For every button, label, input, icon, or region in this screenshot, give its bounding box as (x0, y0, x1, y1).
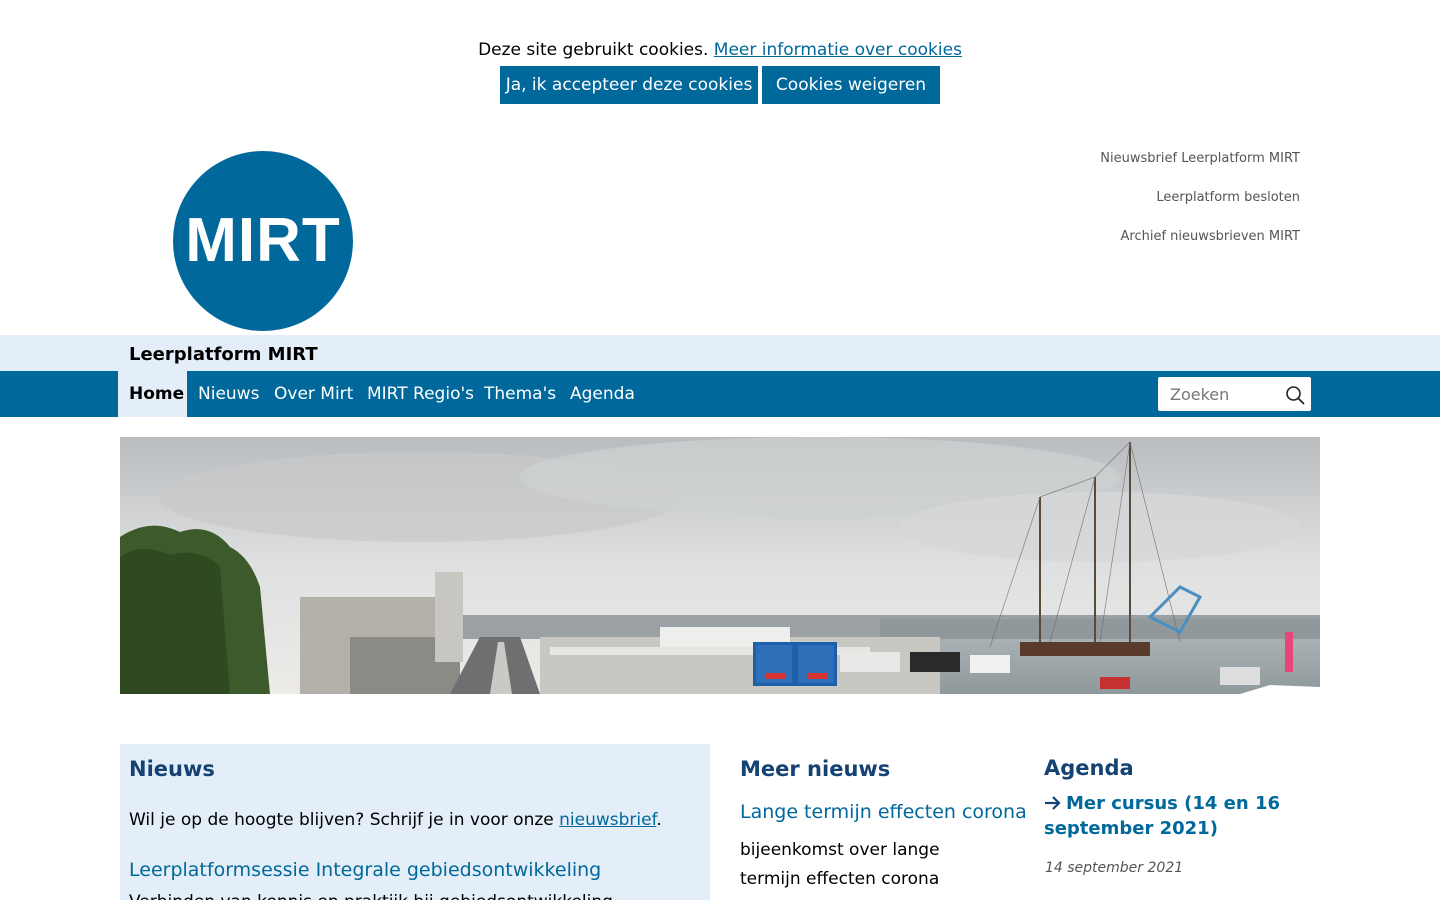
cookie-text: Deze site gebruikt cookies. (478, 40, 709, 60)
agenda-item-title: Mer cursus (14 en 16 september 2021) (1044, 793, 1281, 839)
arrow-right-icon (1045, 796, 1061, 810)
newsletter-archive-link[interactable]: Archief nieuwsbrieven MIRT (1100, 228, 1301, 267)
logo-text: MIRT (185, 206, 341, 275)
hero-image (120, 437, 1320, 694)
header-links: Nieuwsbrief Leerplatform MIRT Leerplatfo… (1100, 150, 1300, 267)
closed-platform-link[interactable]: Leerplatform besloten (1100, 189, 1300, 228)
news-item-summary: Verbinden van kennis en praktijk bij geb… (129, 892, 613, 900)
main-nav: Home Nieuws Over Mirt MIRT Regio's Thema… (0, 371, 1440, 417)
newsletter-inline-link[interactable]: nieuwsbrief (559, 810, 656, 830)
news-intro-end: . (656, 810, 662, 830)
agenda-heading: Agenda (1044, 756, 1134, 780)
nav-nieuws[interactable]: Nieuws (198, 371, 259, 417)
search-input[interactable] (1158, 377, 1278, 411)
nav-over-mirt[interactable]: Over Mirt (274, 371, 353, 417)
newsletter-link[interactable]: Nieuwsbrief Leerplatform MIRT (1100, 150, 1300, 189)
nav-home[interactable]: Home (118, 371, 187, 417)
cookie-message: Deze site gebruikt cookies. Meer informa… (0, 40, 1440, 60)
search-icon[interactable] (1285, 385, 1305, 405)
accept-cookies-button[interactable]: Ja, ik accepteer deze cookies (500, 66, 758, 104)
more-news-heading: Meer nieuws (740, 757, 891, 781)
agenda-item-date: 14 september 2021 (1045, 860, 1184, 876)
mirt-logo[interactable]: MIRT (173, 151, 353, 331)
news-intro-text: Wil je op de hoogte blijven? Schrijf je … (129, 810, 554, 830)
more-news-item-desc: bijeenkomst over lange termijn effecten … (740, 840, 940, 889)
news-panel: Nieuws Wil je op de hoogte blijven? Schr… (120, 744, 710, 900)
site-title: Leerplatform MIRT (129, 344, 318, 365)
agenda-item-link[interactable]: Mer cursus (14 en 16 september 2021) (1044, 791, 1320, 841)
harbor-photo (120, 437, 1320, 694)
cookie-bar: Deze site gebruikt cookies. Meer informa… (0, 0, 1440, 122)
cookie-info-link[interactable]: Meer informatie over cookies (714, 40, 962, 60)
news-intro: Wil je op de hoogte blijven? Schrijf je … (129, 810, 662, 830)
news-heading: Nieuws (129, 757, 215, 781)
search-box (1158, 377, 1311, 411)
nav-mirt-regios[interactable]: MIRT Regio's (367, 371, 474, 417)
news-item-link[interactable]: Leerplatformsessie Integrale gebiedsontw… (129, 859, 601, 881)
refuse-cookies-button[interactable]: Cookies weigeren (762, 66, 940, 104)
more-news-item-link[interactable]: Lange termijn effecten corona (740, 801, 1027, 823)
nav-themas[interactable]: Thema's (484, 371, 556, 417)
nav-agenda[interactable]: Agenda (570, 371, 635, 417)
site-title-strip: Leerplatform MIRT (0, 335, 1440, 371)
